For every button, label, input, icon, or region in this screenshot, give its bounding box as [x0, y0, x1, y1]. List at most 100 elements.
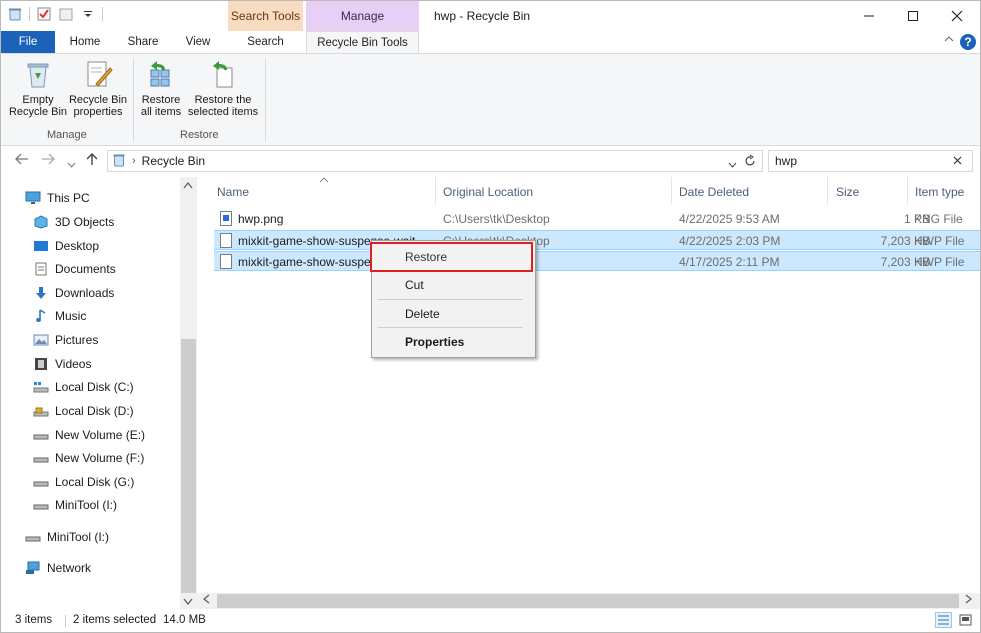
file-type: HWP File [914, 255, 965, 269]
up-arrow-icon[interactable] [86, 153, 98, 169]
empty-bin-label-2: Recycle Bin [8, 106, 68, 118]
maximize-button[interactable] [901, 5, 925, 27]
downloads-icon [36, 287, 46, 299]
network-icon [26, 561, 40, 574]
file-row[interactable]: hwp.png C:\Users\tk\Desktop 4/22/2025 9:… [214, 209, 980, 229]
sort-ascending-icon [319, 175, 329, 185]
column-header-original-location[interactable]: Original Location [443, 185, 533, 199]
nav-item-network[interactable]: Network [25, 558, 91, 578]
back-arrow-icon[interactable] [15, 153, 29, 168]
search-input[interactable]: hwp [768, 150, 973, 172]
pc-icon [25, 191, 41, 204]
column-header-size[interactable]: Size [836, 185, 859, 199]
nav-item-this-pc[interactable]: This PC [25, 188, 90, 208]
tab-recycle-bin-tools[interactable]: Recycle Bin Tools [306, 31, 419, 54]
column-header-date-deleted[interactable]: Date Deleted [679, 185, 749, 199]
scroll-right-arrow-icon[interactable] [965, 594, 973, 607]
menu-separator [378, 327, 523, 328]
nav-item-music[interactable]: Music [33, 306, 86, 326]
help-icon[interactable]: ? [960, 34, 976, 50]
empty-recycle-bin-button[interactable]: Empty Recycle Bin [8, 58, 68, 118]
recycle-bin-small-icon[interactable] [7, 6, 23, 22]
address-dropdown-icon[interactable] [728, 157, 737, 171]
file-date-deleted: 4/22/2025 2:03 PM [679, 234, 781, 248]
tab-share[interactable]: Share [121, 31, 165, 53]
nav-scroll-thumb[interactable] [181, 339, 196, 593]
locked-drive-icon [33, 407, 49, 417]
recycle-bin-icon [27, 63, 49, 88]
scroll-left-arrow-icon[interactable] [202, 594, 210, 607]
file-row[interactable]: mixkit-game-show-suspe 4/17/2025 2:11 PM… [214, 251, 980, 271]
new-folder-icon[interactable] [58, 6, 74, 22]
file-row[interactable]: mixkit-game-show-suspense-waiti C:\Users… [214, 230, 980, 250]
scroll-up-arrow-icon[interactable] [183, 181, 193, 192]
nav-item-3d-objects[interactable]: 3D Objects [33, 212, 114, 232]
ribbon-group-divider [265, 58, 266, 142]
nav-label: Music [55, 309, 87, 323]
customize-qat-icon[interactable] [80, 6, 96, 22]
nav-label: New Volume (F:) [55, 451, 145, 465]
restore-selected-label-1: Restore the [194, 94, 252, 106]
nav-item-local-disk-c[interactable]: Local Disk (C:) [33, 377, 134, 397]
column-divider [671, 177, 672, 205]
forward-arrow-icon[interactable] [41, 153, 55, 168]
nav-item-minitool-i-root[interactable]: MiniTool (I:) [25, 527, 109, 547]
nav-label: Pictures [55, 333, 99, 347]
nav-item-pictures[interactable]: Pictures [33, 330, 98, 350]
nav-item-new-volume-e[interactable]: New Volume (E:) [33, 425, 145, 445]
nav-item-downloads[interactable]: Downloads [33, 283, 114, 303]
minimize-button[interactable] [857, 5, 881, 27]
nav-item-new-volume-f[interactable]: New Volume (F:) [33, 448, 144, 468]
column-divider [827, 177, 828, 205]
title-bar: Search Tools Manage hwp - Recycle Bin [1, 1, 980, 31]
restore-all-items-button[interactable]: Restore all items [137, 58, 185, 118]
nav-label: Documents [55, 262, 116, 276]
menu-item-properties[interactable]: Properties [405, 335, 464, 349]
toolbar-divider [102, 7, 103, 21]
close-button[interactable] [945, 5, 969, 27]
nav-pane-scrollbar[interactable] [180, 177, 197, 609]
quick-access-toolbar [7, 6, 103, 22]
nav-item-desktop[interactable]: Desktop [33, 236, 99, 256]
restore-all-label-2: all items [140, 106, 182, 118]
menu-item-cut[interactable]: Cut [405, 278, 424, 292]
status-selected-count: 2 items selected [73, 614, 157, 626]
nav-label: Downloads [55, 286, 115, 300]
file-original-location: C:\Users\tk\Desktop [443, 212, 550, 226]
tab-file[interactable]: File [1, 31, 55, 53]
nav-label: New Volume (E:) [55, 428, 146, 442]
tab-view[interactable]: View [177, 31, 219, 53]
scroll-down-arrow-icon[interactable] [183, 597, 193, 608]
large-icons-view-button[interactable] [957, 612, 974, 628]
nav-item-local-disk-g[interactable]: Local Disk (G:) [33, 472, 134, 492]
nav-label: This PC [47, 191, 90, 205]
tab-search[interactable]: Search [228, 31, 303, 53]
png-file-icon [220, 211, 232, 226]
address-bar[interactable]: › Recycle Bin [107, 150, 763, 172]
clear-search-icon[interactable] [953, 154, 962, 168]
details-view-button[interactable] [935, 612, 952, 628]
horizontal-scroll-thumb[interactable] [217, 594, 959, 608]
recycle-bin-properties-button[interactable]: Recycle Bin properties [67, 58, 129, 118]
file-list-horizontal-scrollbar[interactable] [197, 593, 980, 609]
breadcrumb-recycle-bin[interactable]: Recycle Bin [142, 154, 205, 168]
column-header-name[interactable]: Name [217, 185, 249, 199]
group-label-manage: Manage [47, 129, 87, 141]
hwp-file-icon [220, 254, 232, 269]
properties-check-icon[interactable] [36, 6, 52, 22]
refresh-icon[interactable] [744, 154, 756, 170]
column-divider [907, 177, 908, 205]
nav-label: Local Disk (G:) [55, 475, 135, 489]
column-header-item-type[interactable]: Item type [915, 185, 964, 199]
restore-selected-items-button[interactable]: Restore the selected items [186, 58, 260, 118]
nav-label: Videos [55, 357, 92, 371]
nav-item-local-disk-d[interactable]: Local Disk (D:) [33, 401, 134, 421]
status-bar: 3 items 2 items selected 14.0 MB [1, 609, 980, 632]
nav-item-minitool-i[interactable]: MiniTool (I:) [33, 495, 117, 515]
nav-item-documents[interactable]: Documents [33, 259, 116, 279]
menu-item-delete[interactable]: Delete [405, 307, 440, 321]
tab-home[interactable]: Home [63, 31, 107, 53]
nav-item-videos[interactable]: Videos [33, 354, 91, 374]
recent-locations-chevron-icon[interactable] [67, 156, 76, 171]
collapse-ribbon-icon[interactable] [944, 34, 954, 46]
